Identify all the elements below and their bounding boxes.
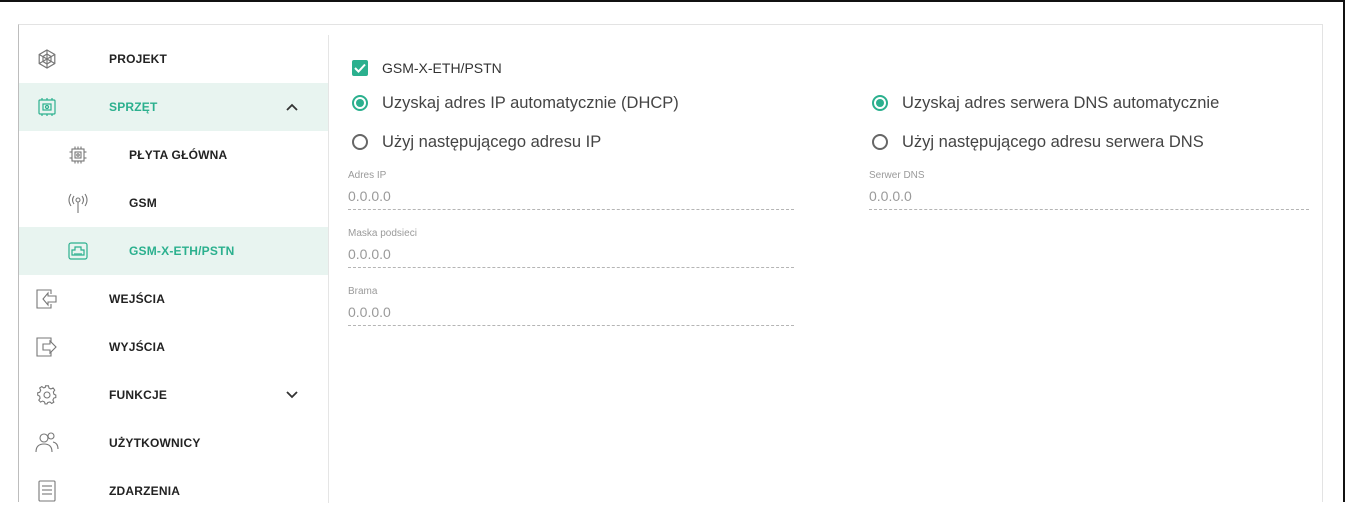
ip-auto-option[interactable]: Uzyskaj adres IP automatycznie (DHCP) <box>352 92 679 114</box>
field-label: Brama <box>348 286 378 297</box>
ip-manual-option[interactable]: Użyj następującego adresu IP <box>352 131 601 153</box>
ip-auto-label: Uzyskaj adres IP automatycznie (DHCP) <box>382 93 679 112</box>
dns-auto-radio[interactable] <box>872 95 888 111</box>
sidebar-item-label: GSM-X-ETH/PSTN <box>129 244 235 258</box>
gateway-input[interactable]: 0.0.0.0 <box>348 304 794 326</box>
field-label: Serwer DNS <box>869 170 925 181</box>
module-enable-label: GSM-X-ETH/PSTN <box>382 60 502 76</box>
gateway-field[interactable]: Brama 0.0.0.0 <box>348 286 794 326</box>
ip-manual-label: Użyj następującego adresu IP <box>382 132 602 151</box>
sidebar-item-funkcje[interactable]: FUNKCJE <box>19 371 328 419</box>
dns-auto-label: Uzyskaj adres serwera DNS automatycznie <box>902 93 1220 112</box>
ip-manual-radio[interactable] <box>352 134 368 150</box>
mainboard-icon <box>66 143 90 167</box>
ethernet-port-icon <box>66 239 90 263</box>
dns-auto-option[interactable]: Uzyskaj adres serwera DNS automatycznie <box>872 92 1219 114</box>
sidebar-item-label: GSM <box>129 196 157 210</box>
hardware-icon <box>35 95 59 119</box>
dns-server-input[interactable]: 0.0.0.0 <box>869 188 1309 210</box>
module-enable-checkbox[interactable] <box>352 60 368 76</box>
app-panel: PROJEKT SPRZĘT PŁYTA GŁÓWNA GSM GSM-X-ET… <box>18 24 1323 503</box>
users-icon <box>35 431 59 455</box>
subnet-mask-input[interactable]: 0.0.0.0 <box>348 246 794 268</box>
ip-auto-radio[interactable] <box>352 95 368 111</box>
gear-icon <box>35 383 59 407</box>
output-icon <box>35 335 59 359</box>
module-enable-row: GSM-X-ETH/PSTN <box>352 58 502 78</box>
field-label: Adres IP <box>348 170 387 181</box>
sidebar: PROJEKT SPRZĘT PŁYTA GŁÓWNA GSM GSM-X-ET… <box>19 35 329 503</box>
sidebar-item-label: UŻYTKOWNICY <box>109 436 201 450</box>
sidebar-item-gsm-x-eth-pstn[interactable]: GSM-X-ETH/PSTN <box>19 227 328 275</box>
ip-address-input[interactable]: 0.0.0.0 <box>348 188 794 210</box>
sidebar-item-label: SPRZĘT <box>109 100 158 114</box>
sidebar-item-label: WEJŚCIA <box>109 292 166 306</box>
project-icon <box>35 47 59 71</box>
field-label: Maska podsieci <box>348 228 417 239</box>
sidebar-item-label: WYJŚCIA <box>109 340 166 354</box>
chevron-down-icon[interactable] <box>284 387 300 403</box>
subnet-mask-field[interactable]: Maska podsieci 0.0.0.0 <box>348 228 794 268</box>
sidebar-item-projekt[interactable]: PROJEKT <box>19 35 328 83</box>
antenna-icon <box>66 191 90 215</box>
dns-manual-option[interactable]: Użyj następującego adresu serwera DNS <box>872 131 1204 153</box>
sidebar-item-sprzet[interactable]: SPRZĘT <box>19 83 328 131</box>
ip-address-field[interactable]: Adres IP 0.0.0.0 <box>348 170 794 210</box>
sidebar-item-label: ZDARZENIA <box>109 484 181 498</box>
settings-content: GSM-X-ETH/PSTN Uzyskaj adres IP automaty… <box>329 25 1322 502</box>
sidebar-item-label: PROJEKT <box>109 52 168 66</box>
input-icon <box>35 287 59 311</box>
sidebar-item-zdarzenia[interactable]: ZDARZENIA <box>19 467 328 515</box>
dns-manual-radio[interactable] <box>872 134 888 150</box>
sidebar-item-plyta-glowna[interactable]: PŁYTA GŁÓWNA <box>19 131 328 179</box>
sidebar-item-label: PŁYTA GŁÓWNA <box>129 148 228 162</box>
sidebar-item-label: FUNKCJE <box>109 388 168 402</box>
sidebar-item-wejscia[interactable]: WEJŚCIA <box>19 275 328 323</box>
events-icon <box>35 479 59 503</box>
dns-manual-label: Użyj następującego adresu serwera DNS <box>902 132 1204 151</box>
sidebar-item-wyjscia[interactable]: WYJŚCIA <box>19 323 328 371</box>
sidebar-item-gsm[interactable]: GSM <box>19 179 328 227</box>
sidebar-item-uzytkownicy[interactable]: UŻYTKOWNICY <box>19 419 328 467</box>
chevron-up-icon[interactable] <box>284 99 300 115</box>
dns-server-field[interactable]: Serwer DNS 0.0.0.0 <box>869 170 1309 210</box>
